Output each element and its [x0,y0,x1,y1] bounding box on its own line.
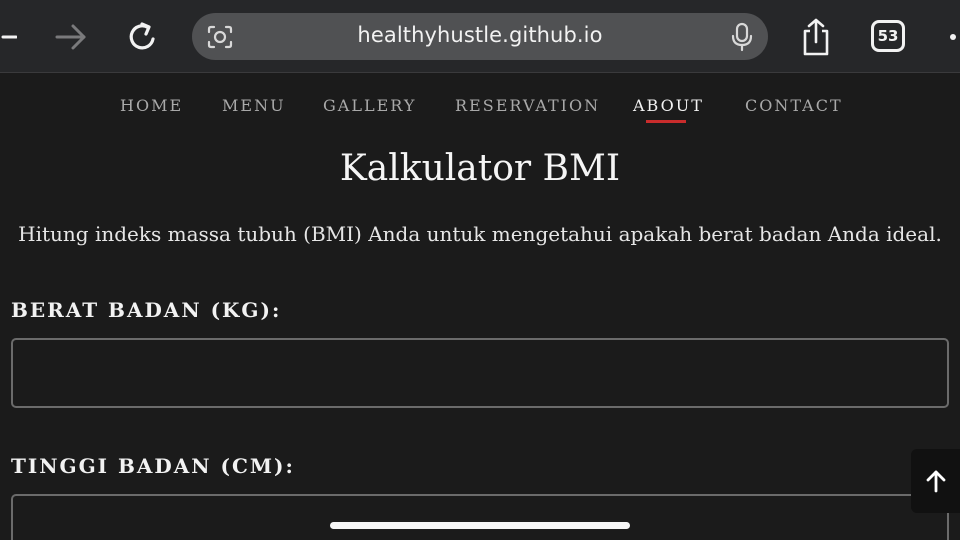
more-button[interactable] [940,20,960,54]
forward-button[interactable] [53,20,89,54]
browser-toolbar: healthyhustle.github.io 53 [0,0,960,73]
share-icon [803,18,829,56]
tab-count-label: 53 [877,27,899,45]
nav-item-reservation[interactable]: RESERVATION [455,96,600,115]
address-bar[interactable]: healthyhustle.github.io [192,13,768,60]
height-input[interactable] [11,494,949,540]
nav-item-home[interactable]: HOME [120,96,183,115]
microphone-icon[interactable] [730,22,754,52]
nav-item-menu[interactable]: MENU [222,96,286,115]
url-text[interactable]: healthyhustle.github.io [192,23,768,47]
page-title: Kalkulator BMI [339,148,621,189]
share-button[interactable] [798,16,834,58]
active-nav-underline [646,120,686,123]
height-label: TINGGI BADAN (CM): [11,454,295,478]
nav-item-about[interactable]: ABOUT [633,96,704,115]
tabs-button[interactable]: 53 [871,20,905,52]
nav-item-gallery[interactable]: GALLERY [323,96,416,115]
back-icon [1,35,17,39]
site-navigation: HOME MENU GALLERY RESERVATION ABOUT CONT… [0,74,960,134]
arrow-up-icon [926,470,945,493]
forward-icon [55,24,86,50]
home-indicator[interactable] [330,522,630,529]
weight-input[interactable] [11,338,949,408]
page-description: Hitung indeks massa tubuh (BMI) Anda unt… [18,222,942,246]
reload-button[interactable] [125,20,161,54]
back-button[interactable] [0,20,18,54]
weight-label: BERAT BADAN (KG): [11,298,282,322]
more-icon [950,34,956,40]
nav-item-contact[interactable]: CONTACT [745,96,843,115]
reload-icon [129,22,155,50]
back-to-top-button[interactable] [911,449,960,513]
